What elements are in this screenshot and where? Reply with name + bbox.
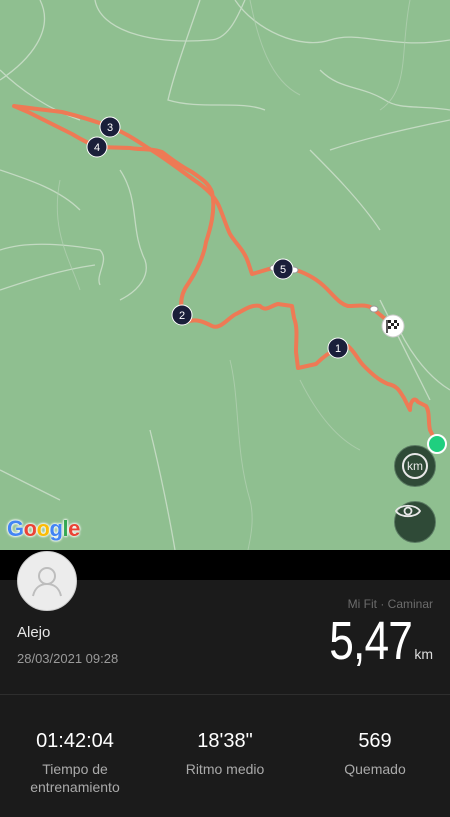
map-canvas: 1 2 3 4 5 [0,0,450,550]
stat-training-time: 01:42:04 Tiempo de entrenamiento [0,730,150,796]
contour-lines [56,0,411,550]
lap-marker-2[interactable]: 2 [171,304,193,326]
avatar[interactable] [17,551,77,611]
svg-text:1: 1 [335,343,341,355]
stat-label: Tiempo de entrenamiento [30,761,120,795]
map-view[interactable]: 1 2 3 4 5 Google km [0,0,450,550]
eye-icon [395,504,421,518]
distance-display: 5,47 km [311,610,433,672]
route-track [12,104,439,446]
lap-marker-1[interactable]: 1 [327,337,349,359]
distance-unit: km [414,646,433,662]
activity-datetime: 28/03/2021 09:28 [17,651,119,666]
divider [0,694,450,695]
stat-average-pace: 18'38" Ritmo medio [150,730,300,778]
km-icon: km [402,453,428,479]
waypoint-dot [369,305,379,313]
svg-text:3: 3 [107,122,113,134]
terrain-lines [0,0,450,550]
unit-toggle-button[interactable]: km [394,445,436,487]
stat-value: 18'38" [197,730,253,752]
lap-marker-4[interactable]: 4 [86,136,108,158]
stat-value: 01:42:04 [36,730,114,752]
stat-value: 569 [358,730,392,752]
activity-source: Mi Fit · Caminar [347,597,433,611]
distance-value: 5,47 [329,611,413,671]
svg-text:2: 2 [179,310,185,322]
stat-calories: 569 Quemado [300,730,450,778]
stat-label: Quemado [344,761,406,777]
user-icon [32,567,62,597]
lap-marker-3[interactable]: 3 [99,116,121,138]
lap-marker-5[interactable]: 5 [272,258,294,280]
visibility-toggle-button[interactable] [394,501,436,543]
start-point-icon [427,434,447,454]
stat-label: Ritmo medio [185,761,265,777]
svg-text:5: 5 [280,264,286,276]
finish-flag-icon [381,314,405,338]
svg-text:4: 4 [94,142,100,154]
user-name: Alejo [17,624,51,641]
google-logo: Google [7,516,80,541]
